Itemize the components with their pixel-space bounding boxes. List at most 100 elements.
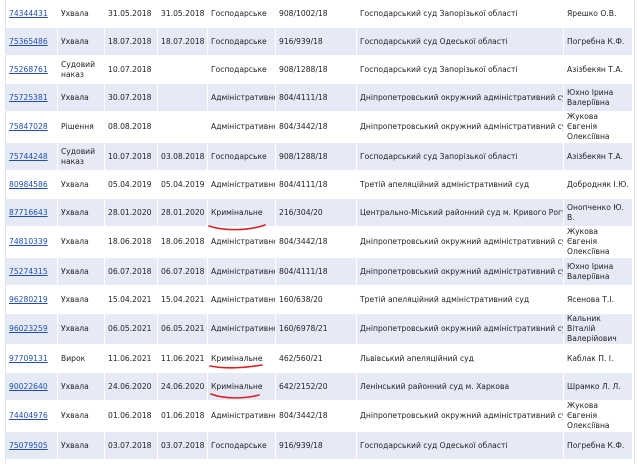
decision-type-cell: Ухвала (58, 0, 105, 28)
judge-cell: Погребна К.Ф. (564, 432, 633, 460)
table-row: 75268761 Судовий наказ 10.07.2018 Господарс… (6, 56, 633, 84)
document-id-link[interactable]: 74344431 (9, 9, 48, 18)
court-name-cell: Ленінський районний суд м. Харкова (357, 373, 564, 401)
document-id-cell: 97709131 (6, 345, 58, 373)
court-name-cell: Дніпропетровський окружний адміністратив… (357, 258, 564, 286)
court-name-cell: Дніпропетровський окружний адміністратив… (357, 401, 564, 432)
case-number-cell: 462/560/21 (276, 345, 357, 373)
proceeding-form-cell: Адміністративне (208, 314, 276, 345)
document-id-link[interactable]: 97709131 (9, 354, 48, 363)
document-id-link[interactable]: 75274315 (9, 267, 48, 276)
decision-type-cell: Ухвала (58, 199, 105, 227)
case-number-cell: 160/6978/21 (276, 314, 357, 345)
decision-type-cell: Ухвала (58, 258, 105, 286)
document-id-link[interactable]: 74404976 (9, 411, 48, 420)
case-number-cell: 804/3442/18 (276, 112, 357, 143)
judge-cell: Жукова Євгенія Олексіївна (564, 112, 633, 143)
case-number-cell: 804/4111/18 (276, 258, 357, 286)
court-decisions-table: 74344431 Ухвала 31.05.2018 31.05.2018 Господ… (6, 0, 633, 460)
decision-type-cell: Рішення (58, 112, 105, 143)
table-row: 75274315 Ухвала 06.07.2018 06.07.2018 Адміні… (6, 258, 633, 286)
adoption-date-cell: 01.06.2018 (158, 401, 208, 432)
document-id-link[interactable]: 90022640 (9, 382, 48, 391)
document-id-link[interactable]: 75744248 (9, 152, 48, 161)
table-row: 75847028 Рішення 08.08.2018 Адміністративне… (6, 112, 633, 143)
registration-date-cell: 24.06.2020 (105, 373, 158, 401)
decision-type-cell: Ухвала (58, 28, 105, 56)
table-row: 74344431 Ухвала 31.05.2018 31.05.2018 Господ… (6, 0, 633, 28)
decision-type-cell: Вирок (58, 345, 105, 373)
proceeding-form-cell: Кримінальне (208, 373, 276, 401)
decision-type-cell: Ухвала (58, 401, 105, 432)
court-name-cell: Третій апеляційний адміністративний суд (357, 171, 564, 199)
table-row: 97709131 Вирок 11.06.2021 11.06.2021 Криміна… (6, 345, 633, 373)
registration-date-cell: 11.06.2021 (105, 345, 158, 373)
document-id-cell: 74344431 (6, 0, 58, 28)
court-name-cell: Дніпропетровський окружний адміністратив… (357, 314, 564, 345)
adoption-date-cell (158, 112, 208, 143)
case-number-cell: 908/1288/18 (276, 56, 357, 84)
adoption-date-cell: 03.07.2018 (158, 432, 208, 460)
registration-date-cell: 28.01.2020 (105, 199, 158, 227)
judge-cell: Азізбекян Т.А. (564, 56, 633, 84)
judge-cell: Жукова Євгенія Олексіївна (564, 401, 633, 432)
registration-date-cell: 05.04.2019 (105, 171, 158, 199)
judge-cell: Погребна К.Ф. (564, 28, 633, 56)
table-row: 74810339 Ухвала 18.06.2018 18.06.2018 Адміні… (6, 227, 633, 258)
document-id-cell: 75744248 (6, 143, 58, 171)
judge-cell: Азізбекян Т.А. (564, 143, 633, 171)
document-id-link[interactable]: 74810339 (9, 237, 48, 246)
proceeding-form-cell: Кримінальне (208, 199, 276, 227)
document-id-link[interactable]: 96023259 (9, 324, 48, 333)
proceeding-form-cell: Адміністративне (208, 84, 276, 112)
court-name-cell: Господарський суд Запорізької області (357, 56, 564, 84)
court-name-cell: Дніпропетровський окружний адміністратив… (357, 84, 564, 112)
document-id-cell: 75365486 (6, 28, 58, 56)
document-id-link[interactable]: 75725381 (9, 93, 48, 102)
court-name-cell: Господарський суд Одеської області (357, 28, 564, 56)
registration-date-cell: 31.05.2018 (105, 0, 158, 28)
proceeding-form-cell: Адміністративне (208, 286, 276, 314)
decision-type-cell: Ухвала (58, 432, 105, 460)
document-id-link[interactable]: 87716643 (9, 208, 48, 217)
adoption-date-cell: 06.05.2021 (158, 314, 208, 345)
table-row: 96280219 Ухвала 15.04.2021 15.04.2021 Адміні… (6, 286, 633, 314)
adoption-date-cell: 28.01.2020 (158, 199, 208, 227)
judge-cell: Ясенова Т.І. (564, 286, 633, 314)
document-id-link[interactable]: 75079505 (9, 441, 48, 450)
case-number-cell: 916/939/18 (276, 28, 357, 56)
table-row: 75365486 Ухвала 18.07.2018 18.07.2018 Господ… (6, 28, 633, 56)
case-number-cell: 916/939/18 (276, 432, 357, 460)
table-row: 75744248 Судовий наказ 10.07.2018 03.08.201… (6, 143, 633, 171)
registration-date-cell: 10.07.2018 (105, 56, 158, 84)
court-name-cell: Львівський апеляційний суд (357, 345, 564, 373)
adoption-date-cell: 05.04.2019 (158, 171, 208, 199)
decision-type-cell: Ухвала (58, 373, 105, 401)
document-id-link[interactable]: 80984586 (9, 180, 48, 189)
proceeding-form-cell: Адміністративне (208, 258, 276, 286)
judge-cell: Шрамко Л. Л. (564, 373, 633, 401)
court-name-cell: Дніпропетровський окружний адміністратив… (357, 227, 564, 258)
table-row: 74404976 Ухвала 01.06.2018 01.06.2018 Адміні… (6, 401, 633, 432)
registration-date-cell: 18.06.2018 (105, 227, 158, 258)
decision-type-cell: Ухвала (58, 171, 105, 199)
table-row: 80984586 Ухвала 05.04.2019 05.04.2019 Адміні… (6, 171, 633, 199)
document-id-cell: 96023259 (6, 314, 58, 345)
document-id-link[interactable]: 75365486 (9, 37, 48, 46)
judge-cell: Добродняк І.Ю. (564, 171, 633, 199)
registration-date-cell: 06.05.2021 (105, 314, 158, 345)
document-id-link[interactable]: 75847028 (9, 122, 48, 131)
decision-type-cell: Судовий наказ (58, 143, 105, 171)
document-id-link[interactable]: 75268761 (9, 65, 48, 74)
adoption-date-cell: 06.07.2018 (158, 258, 208, 286)
court-name-cell: Господарський суд Одеської області (357, 432, 564, 460)
judge-cell: Кальник Віталій Валерійович (564, 314, 633, 345)
table-row: 75079505 Ухвала 03.07.2018 03.07.2018 Господ… (6, 432, 633, 460)
document-id-cell: 75847028 (6, 112, 58, 143)
registration-date-cell: 03.07.2018 (105, 432, 158, 460)
adoption-date-cell: 11.06.2021 (158, 345, 208, 373)
document-id-link[interactable]: 96280219 (9, 295, 48, 304)
document-id-cell: 75079505 (6, 432, 58, 460)
case-number-cell: 804/3442/18 (276, 401, 357, 432)
case-number-cell: 160/638/20 (276, 286, 357, 314)
